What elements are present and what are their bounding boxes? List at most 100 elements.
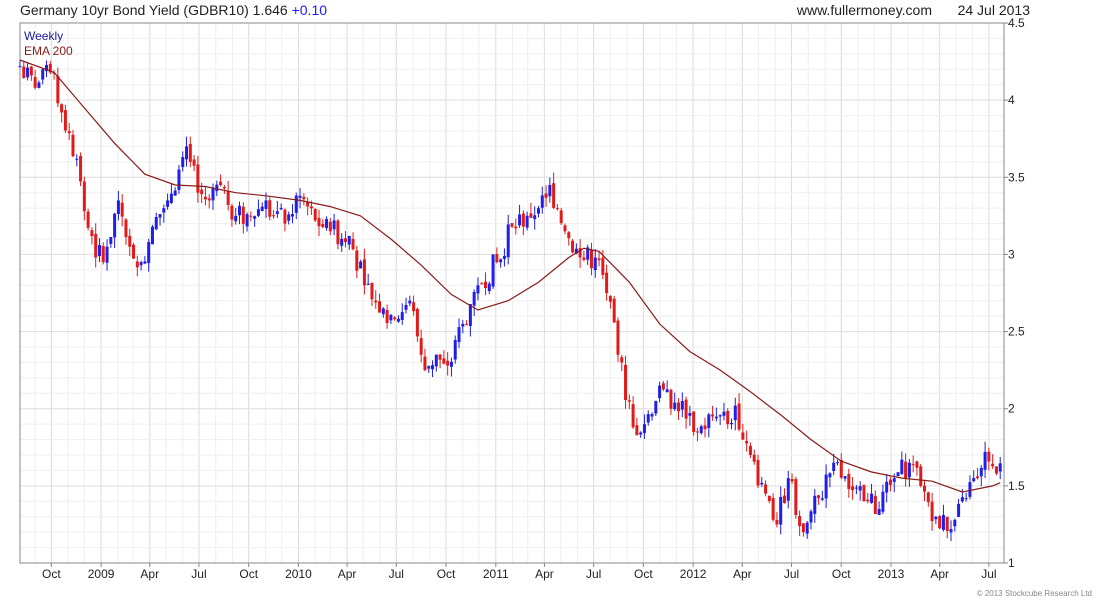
candle-body-up: [109, 237, 113, 244]
copyright-notice: © 2013 Stockcube Research Ltd: [976, 589, 1092, 598]
candle-body-up: [907, 462, 911, 478]
candle-body-down: [521, 213, 525, 227]
candle-body-down: [415, 308, 419, 337]
candle-body-down: [272, 215, 276, 217]
ema-200-line: [19, 59, 1001, 493]
candle-body-down: [862, 485, 866, 502]
candle-body-down: [605, 272, 609, 293]
candle-body-up: [400, 312, 404, 320]
candle-body-down: [756, 460, 760, 486]
candle-body-down: [620, 357, 624, 363]
candle-body-up: [843, 476, 847, 479]
candle-body-up: [525, 215, 529, 228]
candle-body-down: [563, 225, 567, 232]
candle-body-down: [510, 223, 514, 227]
candle-body-down: [888, 479, 892, 485]
candle-body-up: [294, 195, 298, 213]
candle-body-down: [567, 232, 571, 239]
candle-body-up: [287, 214, 291, 221]
candle-body-down: [945, 516, 949, 532]
candle-body-up: [548, 185, 552, 197]
x-tick-label: 2013: [878, 567, 905, 581]
candle-body-up: [892, 478, 896, 482]
candle-body-down: [677, 402, 681, 412]
candle-body-down: [412, 302, 416, 312]
candle-body-down: [767, 495, 771, 501]
candle-body-down: [589, 249, 593, 269]
x-tick-label: Jul: [191, 567, 206, 581]
candle-body-down: [771, 498, 775, 520]
candle-body-down: [692, 411, 696, 432]
candle-body-up: [983, 451, 987, 470]
candle-body-up: [733, 405, 737, 421]
candle-body-up: [275, 211, 279, 214]
candle-body-up: [900, 459, 904, 474]
candle-body-down: [362, 259, 366, 286]
candle-body-down: [128, 235, 132, 247]
candle-body-up: [332, 220, 336, 230]
candle-body-up: [431, 365, 435, 370]
x-tick-label: Oct: [832, 567, 851, 581]
candle-body-up: [181, 157, 185, 168]
candle-body-down: [63, 110, 67, 131]
candle-body-down: [378, 301, 382, 313]
candle-body-down: [374, 300, 378, 303]
candle-body-down: [571, 240, 575, 253]
candle-body-up: [854, 487, 858, 489]
candle-body-up: [832, 462, 836, 472]
candle-body-up: [809, 511, 813, 523]
candle-body-down: [480, 283, 484, 285]
candle-body-up: [881, 491, 885, 512]
candle-body-down: [419, 338, 423, 355]
candle-body-up: [786, 478, 790, 501]
candle-body-up: [820, 498, 824, 500]
candle-body-down: [764, 484, 768, 494]
candle-body-up: [972, 478, 976, 482]
candle-body-up: [143, 261, 147, 264]
candle-body-down: [321, 223, 325, 228]
candle-body-up: [434, 354, 438, 367]
candle-body-down: [782, 495, 786, 504]
candle-body-down: [438, 354, 442, 360]
candle-body-down: [817, 495, 821, 499]
candle-body-down: [249, 215, 253, 217]
candle-body-up: [998, 463, 1002, 472]
candle-body-up: [730, 422, 734, 425]
x-tick-label: 2011: [483, 567, 509, 581]
candle-body-down: [203, 196, 207, 200]
x-tick-label: Oct: [42, 567, 61, 581]
candle-body-up: [646, 414, 650, 423]
candle-body-up: [805, 522, 809, 534]
candle-body-up: [639, 432, 643, 435]
x-tick-label: Apr: [930, 567, 949, 581]
candle-body-down: [33, 77, 37, 88]
candle-body-down: [135, 261, 139, 268]
candle-body-up: [957, 503, 961, 517]
candle-body-down: [684, 399, 688, 419]
candle-body-down: [911, 464, 915, 466]
candle-body-down: [343, 238, 347, 243]
candle-body-up: [896, 472, 900, 476]
candle-body-up: [491, 254, 495, 287]
candle-body-up: [658, 385, 662, 399]
candle-body-up: [169, 193, 173, 204]
candle-body-down: [737, 403, 741, 430]
candle-body-down: [661, 383, 665, 390]
candle-body-up: [642, 424, 646, 433]
x-tick-label: Apr: [140, 567, 159, 581]
candle-body-down: [798, 516, 802, 527]
candle-body-down: [616, 320, 620, 355]
candle-body-up: [113, 213, 117, 238]
candle-body-down: [559, 210, 563, 224]
candle-body-down: [355, 250, 359, 271]
candle-body-down: [196, 164, 200, 193]
y-tick-label: 3.5: [1008, 170, 1025, 184]
candle-body-down: [192, 159, 196, 166]
candle-body-down: [748, 445, 752, 455]
candle-body-up: [37, 82, 41, 88]
x-tick-label: Oct: [634, 567, 653, 581]
candle-body-down: [351, 238, 355, 250]
candle-body-up: [707, 414, 711, 428]
x-tick-label: Jul: [389, 567, 404, 581]
candle-body-down: [608, 296, 612, 302]
